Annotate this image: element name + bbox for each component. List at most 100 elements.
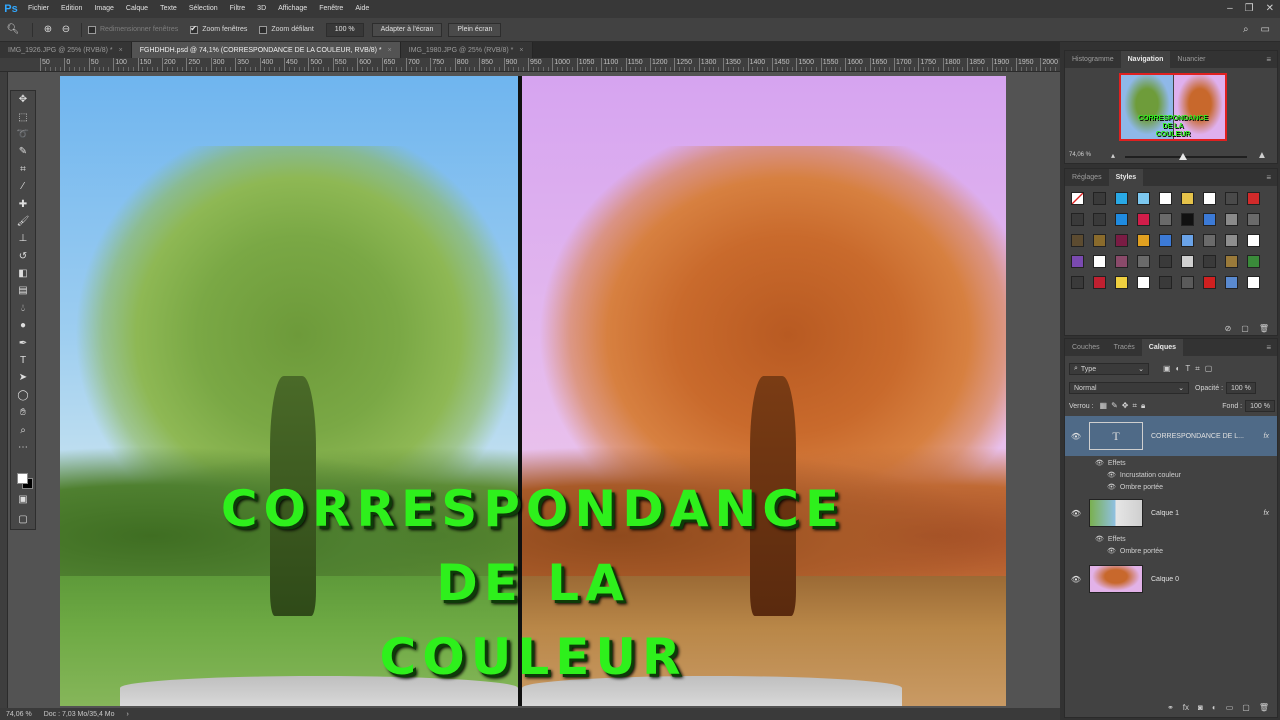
pen-tool-icon[interactable]: ✒ bbox=[11, 334, 35, 351]
style-swatch[interactable] bbox=[1093, 192, 1106, 205]
style-swatch[interactable] bbox=[1203, 192, 1216, 205]
layer-filter-icons[interactable]: ▣◐T⌗▢ bbox=[1163, 364, 1217, 374]
fill-field[interactable]: 100 % bbox=[1245, 400, 1275, 412]
panel-menu-icon[interactable]: ≡ bbox=[1266, 173, 1271, 182]
effect-drop-shadow[interactable]: 👁︎ Ombre portée bbox=[1065, 545, 1277, 557]
style-swatch[interactable] bbox=[1181, 192, 1194, 205]
visibility-eye-icon[interactable]: 👁︎ bbox=[1069, 432, 1083, 441]
menu-image[interactable]: Image bbox=[88, 0, 119, 18]
effects-row[interactable]: 👁︎ Effets bbox=[1065, 457, 1277, 469]
style-swatch[interactable] bbox=[1137, 192, 1150, 205]
fx-badge[interactable]: fx bbox=[1264, 510, 1269, 517]
tab-histogramme[interactable]: Histogramme bbox=[1065, 51, 1121, 68]
path-select-tool-icon[interactable]: ➤ bbox=[11, 369, 35, 386]
effect-color-overlay[interactable]: 👁︎ Incrustation couleur bbox=[1065, 469, 1277, 481]
hand-tool-icon[interactable]: ✋︎ bbox=[11, 404, 35, 421]
style-swatch[interactable] bbox=[1225, 255, 1238, 268]
close-tab-icon[interactable]: × bbox=[519, 47, 523, 54]
style-swatch[interactable] bbox=[1203, 255, 1216, 268]
style-swatch[interactable] bbox=[1071, 192, 1084, 205]
link-layers-icon[interactable]: ⚭ bbox=[1167, 703, 1174, 715]
style-swatch[interactable] bbox=[1159, 213, 1172, 226]
menu-filtre[interactable]: Filtre bbox=[224, 0, 252, 18]
blur-tool-icon[interactable]: 💧︎ bbox=[11, 300, 35, 317]
clone-stamp-tool-icon[interactable]: ⊥ bbox=[11, 230, 35, 247]
style-swatch[interactable] bbox=[1247, 192, 1260, 205]
style-swatch[interactable] bbox=[1225, 234, 1238, 247]
layer-correspondance[interactable]: 👁︎ T CORRESPONDANCE DE L... fx bbox=[1065, 416, 1277, 456]
new-style-icon[interactable]: ▢ bbox=[1241, 324, 1249, 333]
document-canvas[interactable]: CORRESPONDANCE DE LA COULEUR bbox=[60, 76, 1006, 706]
tab-nuancier[interactable]: Nuancier bbox=[1170, 51, 1212, 68]
shape-tool-icon[interactable]: ◯ bbox=[11, 387, 35, 404]
menu-edition[interactable]: Edition bbox=[55, 0, 88, 18]
style-swatch[interactable] bbox=[1071, 276, 1084, 289]
adjustment-layer-icon[interactable]: ◐ bbox=[1212, 703, 1217, 715]
menu-texte[interactable]: Texte bbox=[154, 0, 183, 18]
zoom-out-icon[interactable]: ⊖ bbox=[57, 22, 75, 38]
screen-mode-icon[interactable]: ▢ bbox=[11, 511, 35, 528]
restore-icon[interactable]: ❐ bbox=[1245, 3, 1254, 14]
visibility-eye-icon[interactable]: 👁︎ bbox=[1107, 483, 1116, 491]
menu-fichier[interactable]: Fichier bbox=[22, 0, 55, 18]
panel-menu-icon[interactable]: ≡ bbox=[1266, 343, 1271, 352]
tab-img-1926[interactable]: IMG_1926.JPG @ 25% (RVB/8) * × bbox=[0, 42, 132, 58]
canvas-area[interactable]: CORRESPONDANCE DE LA COULEUR bbox=[36, 72, 1060, 708]
style-swatch[interactable] bbox=[1247, 234, 1260, 247]
minimize-icon[interactable]: – bbox=[1227, 3, 1233, 14]
panel-menu-icon[interactable]: ≡ bbox=[1266, 55, 1271, 64]
style-swatch[interactable] bbox=[1247, 213, 1260, 226]
zoom-in-icon[interactable]: ⊕ bbox=[39, 22, 57, 38]
tab-calques[interactable]: Calques bbox=[1141, 339, 1184, 356]
marquee-tool-icon[interactable]: ⬚ bbox=[11, 108, 35, 125]
gradient-tool-icon[interactable]: ▤ bbox=[11, 282, 35, 299]
menu-affichage[interactable]: Affichage bbox=[272, 0, 313, 18]
add-style-icon[interactable]: fx bbox=[1183, 703, 1189, 715]
style-swatch[interactable] bbox=[1181, 255, 1194, 268]
zoom-windows-option[interactable]: Zoom fenêtres bbox=[190, 24, 247, 34]
style-swatch[interactable] bbox=[1181, 213, 1194, 226]
style-swatch[interactable] bbox=[1071, 213, 1084, 226]
fit-screen-button[interactable]: Adapter à l'écran bbox=[371, 22, 443, 37]
dodge-tool-icon[interactable]: ● bbox=[11, 317, 35, 334]
style-swatch[interactable] bbox=[1115, 192, 1128, 205]
style-swatch[interactable] bbox=[1115, 234, 1128, 247]
style-swatch[interactable] bbox=[1093, 213, 1106, 226]
scroll-zoom-option[interactable]: Zoom défilant bbox=[259, 25, 314, 34]
tab-traces[interactable]: Tracés bbox=[1107, 339, 1142, 356]
tab-couches[interactable]: Couches bbox=[1065, 339, 1107, 356]
style-swatch[interactable] bbox=[1115, 213, 1128, 226]
style-swatch[interactable] bbox=[1137, 234, 1150, 247]
lasso-tool-icon[interactable]: ➰ bbox=[11, 126, 35, 143]
full-screen-button[interactable]: Plein écran bbox=[448, 22, 502, 37]
style-swatch[interactable] bbox=[1071, 255, 1084, 268]
menu-aide[interactable]: Aide bbox=[349, 0, 375, 18]
menu-selection[interactable]: Sélection bbox=[183, 0, 224, 18]
move-tool-icon[interactable]: ✥ bbox=[11, 91, 35, 108]
scroll-zoom-checkbox[interactable] bbox=[259, 25, 268, 34]
style-swatch[interactable] bbox=[1137, 213, 1150, 226]
visibility-eye-icon[interactable]: 👁︎ bbox=[1107, 471, 1116, 479]
history-brush-tool-icon[interactable]: ↺ bbox=[11, 248, 35, 265]
menu-fenetre[interactable]: Fenêtre bbox=[313, 0, 349, 18]
delete-style-icon[interactable]: 🗑︎ bbox=[1259, 324, 1269, 333]
quick-mask-icon[interactable]: ▣ bbox=[11, 491, 35, 508]
style-swatch[interactable] bbox=[1115, 255, 1128, 268]
tab-img-1980[interactable]: IMG_1980.JPG @ 25% (RVB/8) * × bbox=[400, 42, 533, 58]
style-swatch[interactable] bbox=[1093, 276, 1106, 289]
add-mask-icon[interactable]: ◙ bbox=[1198, 703, 1203, 715]
effects-row[interactable]: 👁︎ Effets bbox=[1065, 533, 1277, 545]
more-tools-icon[interactable]: ⋯ bbox=[11, 439, 35, 456]
style-swatch[interactable] bbox=[1203, 213, 1216, 226]
no-style-icon[interactable]: ⊘ bbox=[1225, 324, 1232, 333]
visibility-eye-icon[interactable]: 👁︎ bbox=[1107, 547, 1116, 555]
style-swatch[interactable] bbox=[1159, 234, 1172, 247]
close-tab-icon[interactable]: × bbox=[119, 47, 123, 54]
close-icon[interactable]: ✕ bbox=[1266, 3, 1274, 14]
opacity-field[interactable]: 100 % bbox=[1226, 382, 1256, 394]
style-swatch[interactable] bbox=[1115, 276, 1128, 289]
style-swatch[interactable] bbox=[1159, 276, 1172, 289]
layer-calque-0[interactable]: 👁︎ Calque 0 bbox=[1065, 561, 1277, 597]
brush-tool-icon[interactable]: 🖌︎ bbox=[11, 213, 35, 230]
new-group-icon[interactable]: ▭ bbox=[1226, 703, 1234, 715]
